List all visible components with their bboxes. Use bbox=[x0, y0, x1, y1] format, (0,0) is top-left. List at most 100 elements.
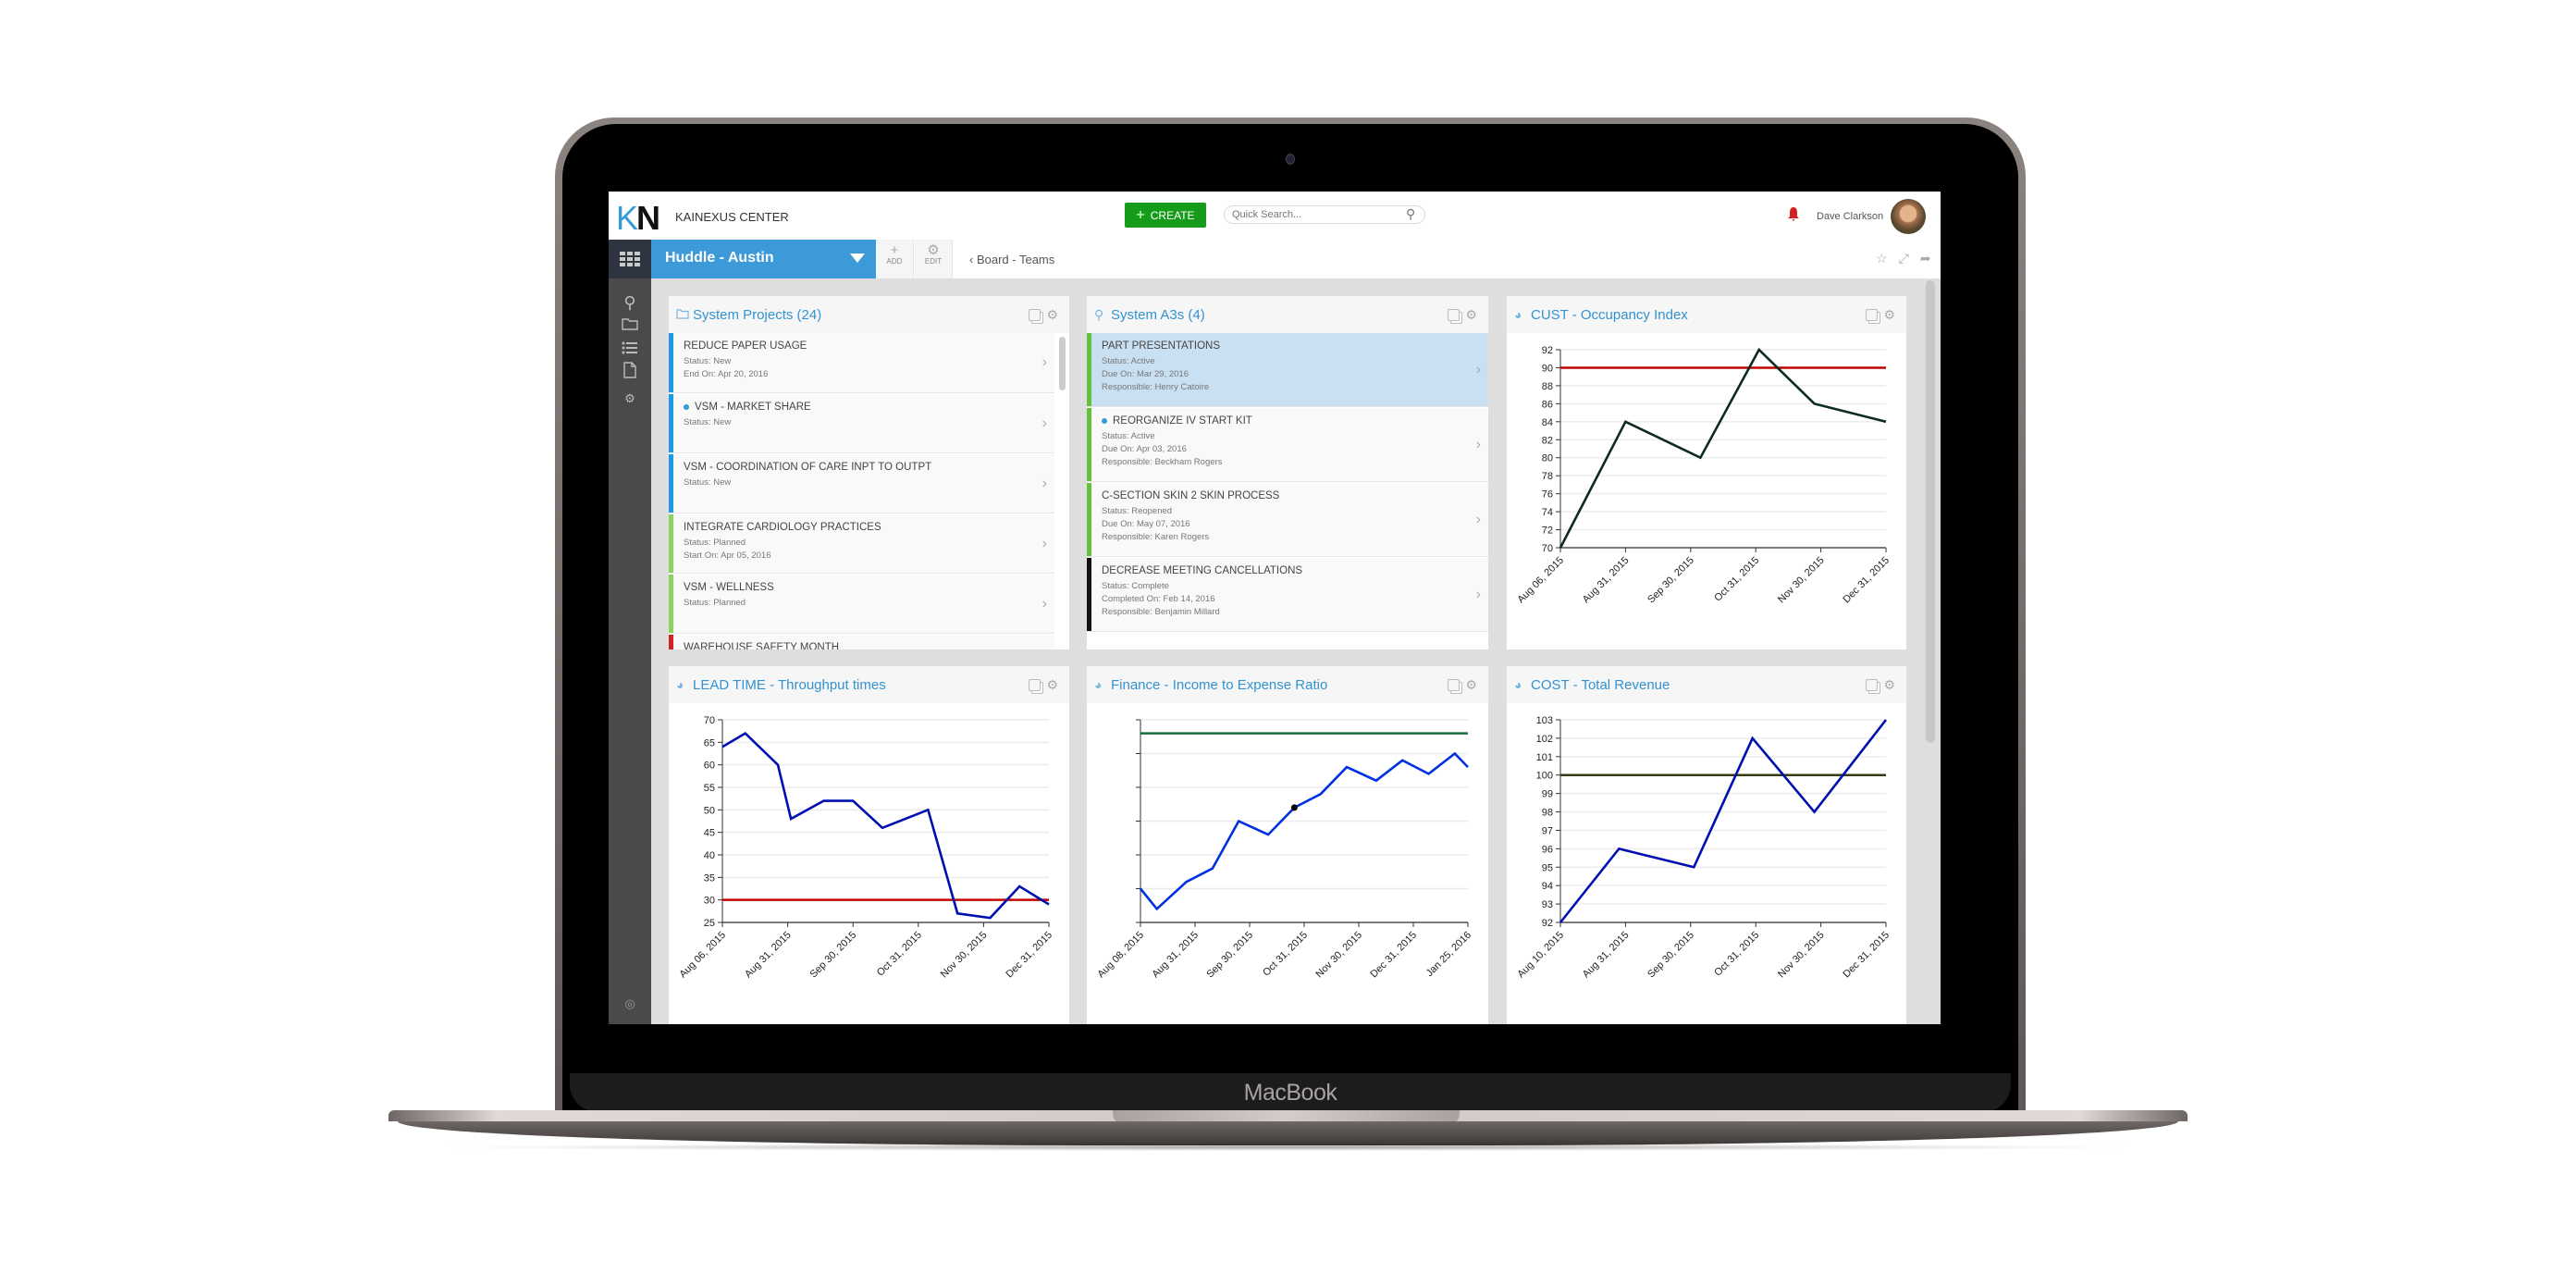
y-tick-label: 70 bbox=[704, 715, 715, 726]
card-header: ⚲ System A3s (4) ⚙ bbox=[1087, 296, 1488, 333]
item-detail: End On: Apr 20, 2016 bbox=[684, 369, 769, 379]
series-line bbox=[1559, 347, 1887, 549]
copy-icon[interactable] bbox=[1448, 309, 1461, 321]
list-scrollbar[interactable] bbox=[1059, 337, 1066, 390]
card-title[interactable]: Finance - Income to Expense Ratio bbox=[1111, 677, 1327, 693]
x-tick-label: Dec 31, 2015 bbox=[1004, 930, 1054, 981]
top-header: KN KAINEXUS CENTER + CREATE ⚲ Dave Clarks… bbox=[609, 192, 1941, 240]
x-tick-label: Aug 06, 2015 bbox=[677, 930, 728, 981]
y-tick-label: 92 bbox=[1542, 345, 1553, 356]
list-item[interactable]: REORGANIZE IV START KIT Status: Active Due… bbox=[1087, 408, 1488, 482]
pie-chart-icon: ◕ bbox=[1094, 677, 1103, 692]
item-title: INTEGRATE CARDIOLOGY PRACTICES bbox=[684, 522, 881, 533]
user-avatar[interactable] bbox=[1891, 199, 1926, 234]
list-item[interactable]: REDUCE PAPER USAGE Status: New End On: Apr… bbox=[669, 333, 1054, 393]
card-title[interactable]: COST - Total Revenue bbox=[1531, 677, 1670, 693]
board-scrollbar[interactable] bbox=[1926, 280, 1935, 743]
copy-icon[interactable] bbox=[1448, 679, 1461, 691]
search-icon[interactable]: ⚲ bbox=[1406, 206, 1415, 222]
copy-icon[interactable] bbox=[1866, 309, 1879, 321]
y-tick-label: 25 bbox=[704, 918, 715, 929]
y-tick-label: 80 bbox=[1542, 453, 1553, 464]
x-tick-label: Aug 31, 2015 bbox=[1581, 930, 1632, 981]
x-tick-label: Aug 10, 2015 bbox=[1515, 930, 1566, 981]
status-color-bar bbox=[1087, 408, 1091, 481]
item-detail: Due On: May 07, 2016 bbox=[1102, 519, 1190, 529]
card-header: ◕ CUST - Occupancy Index ⚙ bbox=[1507, 296, 1906, 333]
chevron-right-icon: › bbox=[1041, 595, 1047, 612]
list-icon[interactable] bbox=[609, 340, 651, 359]
user-name[interactable]: Dave Clarkson bbox=[1817, 211, 1883, 222]
share-icon[interactable]: ➦ bbox=[1920, 251, 1931, 266]
y-tick-label: 76 bbox=[1542, 489, 1553, 501]
y-tick-label: 94 bbox=[1542, 881, 1553, 892]
x-tick-label: Aug 06, 2015 bbox=[1515, 555, 1566, 606]
gear-icon[interactable]: ⚙ bbox=[609, 391, 651, 406]
expand-icon[interactable]: ⤢ bbox=[1899, 251, 1909, 266]
gear-icon[interactable]: ⚙ bbox=[1046, 307, 1058, 323]
create-button[interactable]: + CREATE bbox=[1125, 203, 1206, 228]
gear-icon[interactable]: ⚙ bbox=[1046, 677, 1058, 693]
card-title[interactable]: System A3s (4) bbox=[1111, 307, 1205, 323]
app-title: KAINEXUS CENTER bbox=[675, 210, 789, 224]
star-icon[interactable]: ☆ bbox=[1876, 251, 1888, 266]
item-detail: Status: Reopened bbox=[1102, 506, 1173, 516]
document-icon[interactable] bbox=[609, 362, 651, 383]
collapse-icon[interactable]: ◎ bbox=[609, 996, 651, 1011]
item-detail: Status: New bbox=[684, 417, 732, 427]
card-title[interactable]: CUST - Occupancy Index bbox=[1531, 307, 1688, 323]
folder-icon[interactable] bbox=[609, 315, 651, 335]
status-color-bar bbox=[669, 514, 673, 573]
lightbulb-icon[interactable]: ⚲ bbox=[609, 293, 651, 313]
quick-search-input[interactable] bbox=[1224, 205, 1425, 224]
y-tick-label: 99 bbox=[1542, 789, 1553, 800]
list-item[interactable]: DECREASE MEETING CANCELLATIONS Status: Co… bbox=[1087, 558, 1488, 632]
list-item[interactable]: WAREHOUSE SAFETY MONTH› bbox=[669, 635, 1054, 649]
item-detail: Status: Active bbox=[1102, 356, 1155, 366]
board-select-dropdown[interactable]: Huddle - Austin bbox=[651, 240, 876, 278]
card-title[interactable]: System Projects (24) bbox=[693, 307, 821, 323]
edit-button[interactable]: ⚙ EDIT bbox=[915, 240, 953, 278]
x-tick-label: Aug 08, 2015 bbox=[1095, 930, 1146, 981]
copy-icon[interactable] bbox=[1866, 679, 1879, 691]
card-header: ◕ LEAD TIME - Throughput times ⚙ bbox=[669, 666, 1069, 703]
gear-icon[interactable]: ⚙ bbox=[1883, 307, 1895, 323]
copy-icon[interactable] bbox=[1029, 679, 1041, 691]
laptop-base-bottom bbox=[398, 1121, 2178, 1145]
list-item[interactable]: VSM - MARKET SHARE Status: New › bbox=[669, 394, 1054, 453]
y-tick-label: 65 bbox=[704, 737, 715, 748]
board-select-label: Huddle - Austin bbox=[665, 250, 774, 266]
plus-icon: + bbox=[1136, 206, 1145, 223]
y-tick-label: 97 bbox=[1542, 825, 1553, 836]
chevron-right-icon: › bbox=[1041, 354, 1047, 370]
card-title[interactable]: LEAD TIME - Throughput times bbox=[693, 677, 886, 693]
gear-icon[interactable]: ⚙ bbox=[1465, 677, 1477, 693]
y-tick-label: 96 bbox=[1542, 844, 1553, 855]
list-item[interactable]: VSM - COORDINATION OF CARE INPT TO OUTPT… bbox=[669, 454, 1054, 513]
series-line bbox=[1139, 751, 1469, 911]
add-button[interactable]: + ADD bbox=[876, 240, 914, 278]
gear-icon[interactable]: ⚙ bbox=[1465, 307, 1477, 323]
x-tick-label: Oct 31, 2015 bbox=[1712, 930, 1761, 979]
x-tick-label: Dec 31, 2015 bbox=[1368, 930, 1419, 981]
projects-list: REDUCE PAPER USAGE Status: New End On: Apr… bbox=[669, 333, 1069, 649]
list-item[interactable]: C-SECTION SKIN 2 SKIN PROCESS Status: Reo… bbox=[1087, 483, 1488, 557]
edit-label: EDIT bbox=[924, 257, 943, 266]
chevron-right-icon: › bbox=[1475, 436, 1481, 452]
add-label: ADD bbox=[886, 257, 903, 266]
kainexus-logo[interactable]: KN bbox=[616, 199, 660, 238]
notification-bell-icon[interactable] bbox=[1787, 206, 1800, 221]
apps-grid-button[interactable] bbox=[609, 240, 651, 278]
y-tick-label: 95 bbox=[1542, 862, 1553, 873]
copy-icon[interactable] bbox=[1029, 309, 1041, 321]
y-tick-label: 93 bbox=[1542, 899, 1553, 910]
list-item[interactable]: VSM - WELLNESS Status: Planned › bbox=[669, 575, 1054, 634]
item-detail: Status: Active bbox=[1102, 431, 1155, 441]
list-item[interactable]: INTEGRATE CARDIOLOGY PRACTICES Status: Pl… bbox=[669, 514, 1054, 574]
gear-icon[interactable]: ⚙ bbox=[1883, 677, 1895, 693]
pie-chart-icon: ◕ bbox=[1514, 307, 1522, 322]
list-item[interactable]: PART PRESENTATIONS Status: Active Due On: … bbox=[1087, 333, 1488, 407]
x-tick-label: Aug 31, 2015 bbox=[1581, 555, 1632, 606]
breadcrumb-back-link[interactable]: ‹ Board - Teams bbox=[969, 253, 1054, 266]
y-tick-label: 40 bbox=[704, 850, 715, 861]
